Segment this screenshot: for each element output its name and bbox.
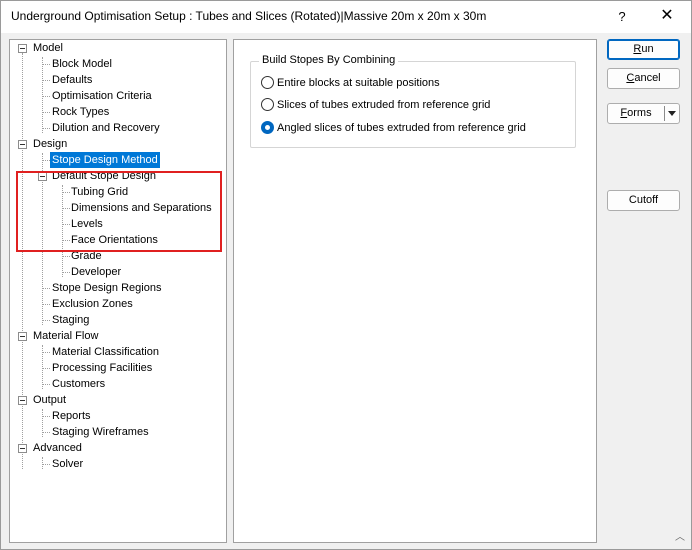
- tree-item-output[interactable]: Output: [33, 392, 66, 408]
- dialog-window: Underground Optimisation Setup : Tubes a…: [0, 0, 692, 550]
- collapse-design-icon[interactable]: [18, 140, 27, 149]
- forms-button-main[interactable]: Forms: [608, 104, 664, 123]
- close-icon[interactable]: ✕: [645, 1, 689, 33]
- tree-item-stope-design-method[interactable]: Stope Design Method: [50, 152, 160, 168]
- tree-item-exclusion-zones[interactable]: Exclusion Zones: [52, 296, 133, 312]
- tree-item-customers[interactable]: Customers: [52, 376, 105, 392]
- cancel-label-rest: ancel: [634, 72, 661, 84]
- tree-item-staging-wireframes[interactable]: Staging Wireframes: [52, 424, 149, 440]
- collapse-material-flow-icon[interactable]: [18, 332, 27, 341]
- option-label: Entire blocks at suitable positions: [277, 77, 440, 89]
- window-title: Underground Optimisation Setup : Tubes a…: [11, 9, 487, 23]
- tree-item-rock-types[interactable]: Rock Types: [52, 104, 109, 120]
- option-label: Slices of tubes extruded from reference …: [277, 99, 491, 111]
- cutoff-button[interactable]: Cutoff: [607, 190, 680, 211]
- forms-label-rest: orms: [627, 107, 652, 119]
- radio-angled-slices[interactable]: [261, 121, 274, 134]
- navigation-tree: Model Block Model Defaults Optimisation …: [9, 39, 227, 543]
- tree-item-solver[interactable]: Solver: [52, 456, 83, 472]
- forms-split-divider: [664, 106, 665, 121]
- forms-button[interactable]: Forms: [607, 103, 680, 124]
- tree-item-stope-design-regions[interactable]: Stope Design Regions: [52, 280, 161, 296]
- tree-item-model[interactable]: Model: [33, 40, 63, 56]
- radio-slices-of-tubes[interactable]: [261, 98, 274, 111]
- option-label: Angled slices of tubes extruded from ref…: [277, 122, 526, 134]
- radio-entire-blocks[interactable]: [261, 76, 274, 89]
- tree-item-developer[interactable]: Developer: [71, 264, 121, 280]
- tree-item-dilution-and-recovery[interactable]: Dilution and Recovery: [52, 120, 160, 136]
- title-bar: Underground Optimisation Setup : Tubes a…: [1, 1, 691, 33]
- tree-item-design[interactable]: Design: [33, 136, 67, 152]
- tree-item-processing-facilities[interactable]: Processing Facilities: [52, 360, 152, 376]
- tree-item-reports[interactable]: Reports: [52, 408, 91, 424]
- tree-item-staging[interactable]: Staging: [52, 312, 89, 328]
- help-icon[interactable]: ?: [605, 1, 639, 33]
- build-stopes-group: Build Stopes By Combining Entire blocks …: [250, 54, 576, 148]
- tree-item-material-flow[interactable]: Material Flow: [33, 328, 98, 344]
- tree-item-block-model[interactable]: Block Model: [52, 56, 112, 72]
- tree-item-optimisation-criteria[interactable]: Optimisation Criteria: [52, 88, 152, 104]
- scroll-up-icon[interactable]: ︿: [673, 533, 687, 543]
- collapse-output-icon[interactable]: [18, 396, 27, 405]
- group-title: Build Stopes By Combining: [259, 54, 399, 66]
- chevron-down-icon[interactable]: [668, 111, 676, 116]
- highlight-annotation-box: [16, 171, 222, 252]
- tree-item-material-classification[interactable]: Material Classification: [52, 344, 159, 360]
- collapse-model-icon[interactable]: [18, 44, 27, 53]
- tree-item-defaults[interactable]: Defaults: [52, 72, 92, 88]
- collapse-advanced-icon[interactable]: [18, 444, 27, 453]
- run-button[interactable]: Run: [607, 39, 680, 60]
- settings-panel: Build Stopes By Combining Entire blocks …: [233, 39, 597, 543]
- tree-item-advanced[interactable]: Advanced: [33, 440, 82, 456]
- run-label-rest: un: [641, 43, 654, 55]
- cancel-button[interactable]: Cancel: [607, 68, 680, 89]
